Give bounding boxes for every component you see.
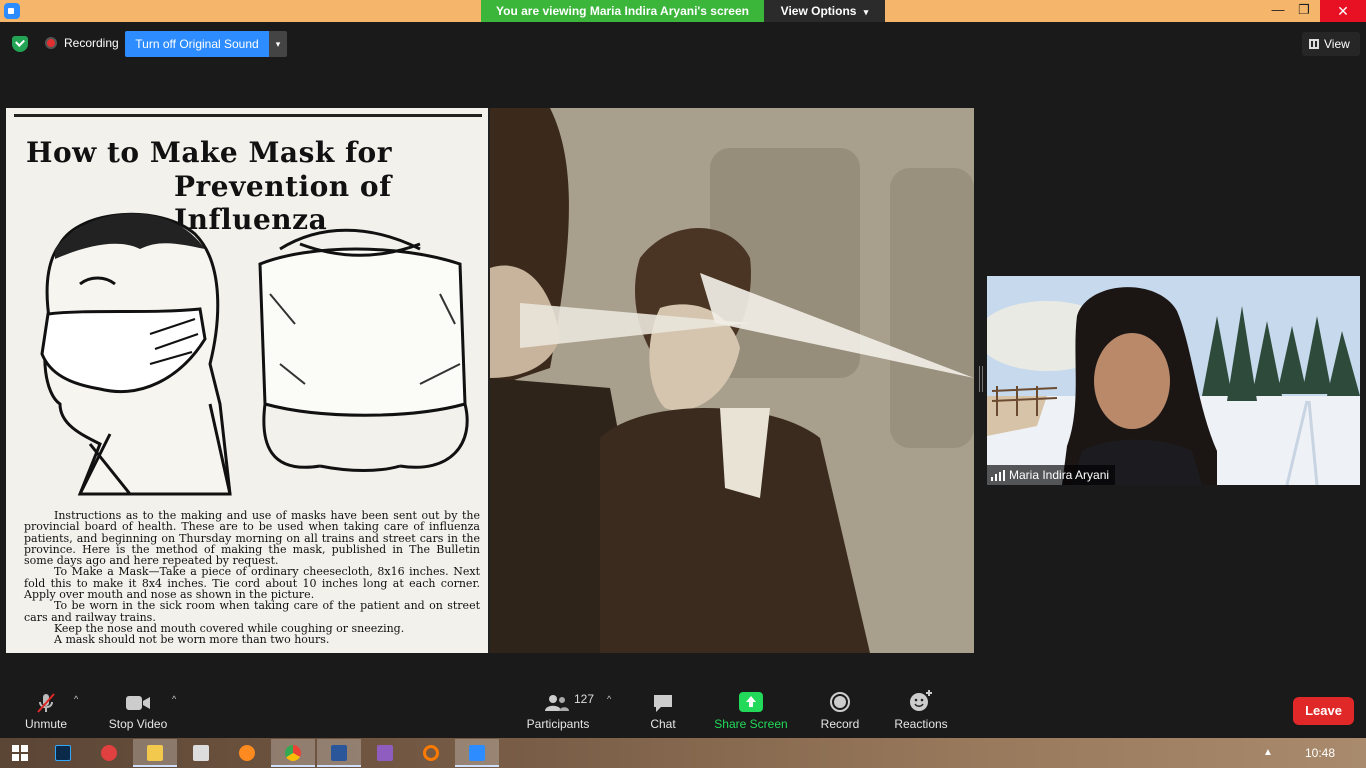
taskbar-file-explorer[interactable] xyxy=(133,739,177,767)
stop-video-label: Stop Video xyxy=(108,717,168,731)
meeting-status-row: Recording Turn off Original Sound ▾ View xyxy=(0,22,1366,66)
zoom-icon xyxy=(469,745,485,761)
newspaper-clipping-image: How to Make Mask for Prevention of Influ… xyxy=(6,108,490,653)
photoshop-icon xyxy=(55,745,71,761)
newspaper-paragraph: To be worn in the sick room when taking … xyxy=(24,599,480,624)
close-button[interactable]: ✕ xyxy=(1320,0,1366,22)
mask-illustration xyxy=(40,212,469,496)
chat-button[interactable]: Chat xyxy=(640,684,686,738)
taskbar-chrome[interactable] xyxy=(271,739,315,767)
reactions-smiley-icon xyxy=(910,690,932,711)
zoom-app-icon xyxy=(4,3,20,19)
stop-video-button[interactable]: Stop Video xyxy=(106,684,170,738)
participants-label: Participants xyxy=(526,717,590,731)
view-button[interactable]: View xyxy=(1302,32,1360,56)
unmute-button[interactable]: Unmute xyxy=(18,684,74,738)
photo-illustration xyxy=(490,108,974,653)
original-sound-dropdown[interactable]: ▾ xyxy=(269,31,287,57)
shared-screen: How to Make Mask for Prevention of Influ… xyxy=(6,108,974,653)
participants-icon xyxy=(545,695,569,711)
panel-resize-handle[interactable] xyxy=(979,366,983,392)
participant-name: Maria Indira Aryani xyxy=(1009,468,1110,482)
view-options-label: View Options xyxy=(780,4,857,18)
video-options-caret[interactable]: ^ xyxy=(172,694,176,704)
taskbar-clock[interactable]: 10:48 xyxy=(1305,746,1335,760)
share-screen-label: Share Screen xyxy=(714,717,788,731)
participants-button[interactable]: 127 Participants xyxy=(525,684,595,738)
vintage-cone-mask-photo xyxy=(490,108,974,653)
word-icon xyxy=(331,745,347,761)
reactions-button[interactable]: Reactions xyxy=(892,684,950,738)
taskbar-photoshop[interactable] xyxy=(41,739,85,767)
participants-count: 127 xyxy=(574,692,595,706)
viewing-screen-banner: You are viewing Maria Indira Aryani's sc… xyxy=(481,0,764,22)
newspaper-rule xyxy=(14,114,482,117)
record-icon xyxy=(830,692,850,712)
newspaper-article-text: Instructions as to the making and use of… xyxy=(24,510,480,646)
chevron-down-icon: ▾ xyxy=(863,7,869,17)
minimize-button[interactable]: — xyxy=(1265,0,1291,22)
recording-label[interactable]: Recording xyxy=(64,36,119,50)
newspaper-paragraph: Instructions as to the making and use of… xyxy=(24,509,480,568)
tray-overflow-caret[interactable]: ▲ xyxy=(1263,747,1273,758)
chat-bubble-icon xyxy=(654,695,672,712)
windows-start-button[interactable] xyxy=(0,739,44,767)
taskbar-clapper[interactable] xyxy=(179,739,223,767)
signal-strength-icon xyxy=(991,470,1005,481)
winrar-icon xyxy=(377,745,393,761)
share-screen-icon xyxy=(739,692,763,712)
security-shield-icon[interactable] xyxy=(12,36,28,52)
participants-options-caret[interactable]: ^ xyxy=(607,694,611,704)
windows-taskbar xyxy=(0,738,1366,768)
participant-video-tile[interactable]: Maria Indira Aryani xyxy=(987,276,1360,485)
newspaper-title-line1: How to Make Mask for xyxy=(26,136,392,169)
taskbar-word[interactable] xyxy=(317,739,361,767)
taskbar-zoom[interactable] xyxy=(455,739,499,767)
grid-view-icon xyxy=(1309,39,1319,49)
clapperboard-icon xyxy=(193,745,209,761)
unmute-label: Unmute xyxy=(24,717,68,731)
screen-recorder-icon xyxy=(101,745,117,761)
view-options-button[interactable]: View Options ▾ xyxy=(764,0,885,22)
view-label: View xyxy=(1324,37,1350,51)
recording-dot-icon xyxy=(45,37,57,49)
taskbar-screen-recorder[interactable] xyxy=(87,739,131,767)
taskbar-search[interactable] xyxy=(409,739,453,767)
newspaper-paragraph: To Make a Mask—Take a piece of ordinary … xyxy=(24,565,480,602)
microphone-muted-icon xyxy=(37,693,55,713)
leave-meeting-button[interactable]: Leave xyxy=(1293,697,1354,725)
firefox-icon xyxy=(239,745,255,761)
meeting-toolbar: Unmute ^ Stop Video ^ 127 Participants ^… xyxy=(0,684,1366,738)
video-camera-icon xyxy=(126,696,150,710)
taskbar-winrar[interactable] xyxy=(363,739,407,767)
chrome-icon xyxy=(285,745,301,761)
original-sound-button[interactable]: Turn off Original Sound xyxy=(125,31,269,57)
audio-options-caret[interactable]: ^ xyxy=(74,694,78,704)
windows-logo-icon xyxy=(12,745,28,761)
video-feed-illustration xyxy=(987,276,1360,485)
participant-name-tag: Maria Indira Aryani xyxy=(987,465,1116,485)
newspaper-paragraph: A mask should not be worn more than two … xyxy=(54,633,330,647)
taskbar-firefox[interactable] xyxy=(225,739,269,767)
restore-button[interactable]: ❐ xyxy=(1291,0,1317,22)
folder-icon xyxy=(147,745,163,761)
window-titlebar: You are viewing Maria Indira Aryani's sc… xyxy=(0,0,1366,22)
record-label: Record xyxy=(820,717,860,731)
record-button[interactable]: Record xyxy=(816,684,864,738)
chat-label: Chat xyxy=(650,717,676,731)
reactions-label: Reactions xyxy=(894,717,948,731)
magnifier-icon xyxy=(423,745,439,761)
share-screen-button[interactable]: Share Screen xyxy=(712,684,790,738)
